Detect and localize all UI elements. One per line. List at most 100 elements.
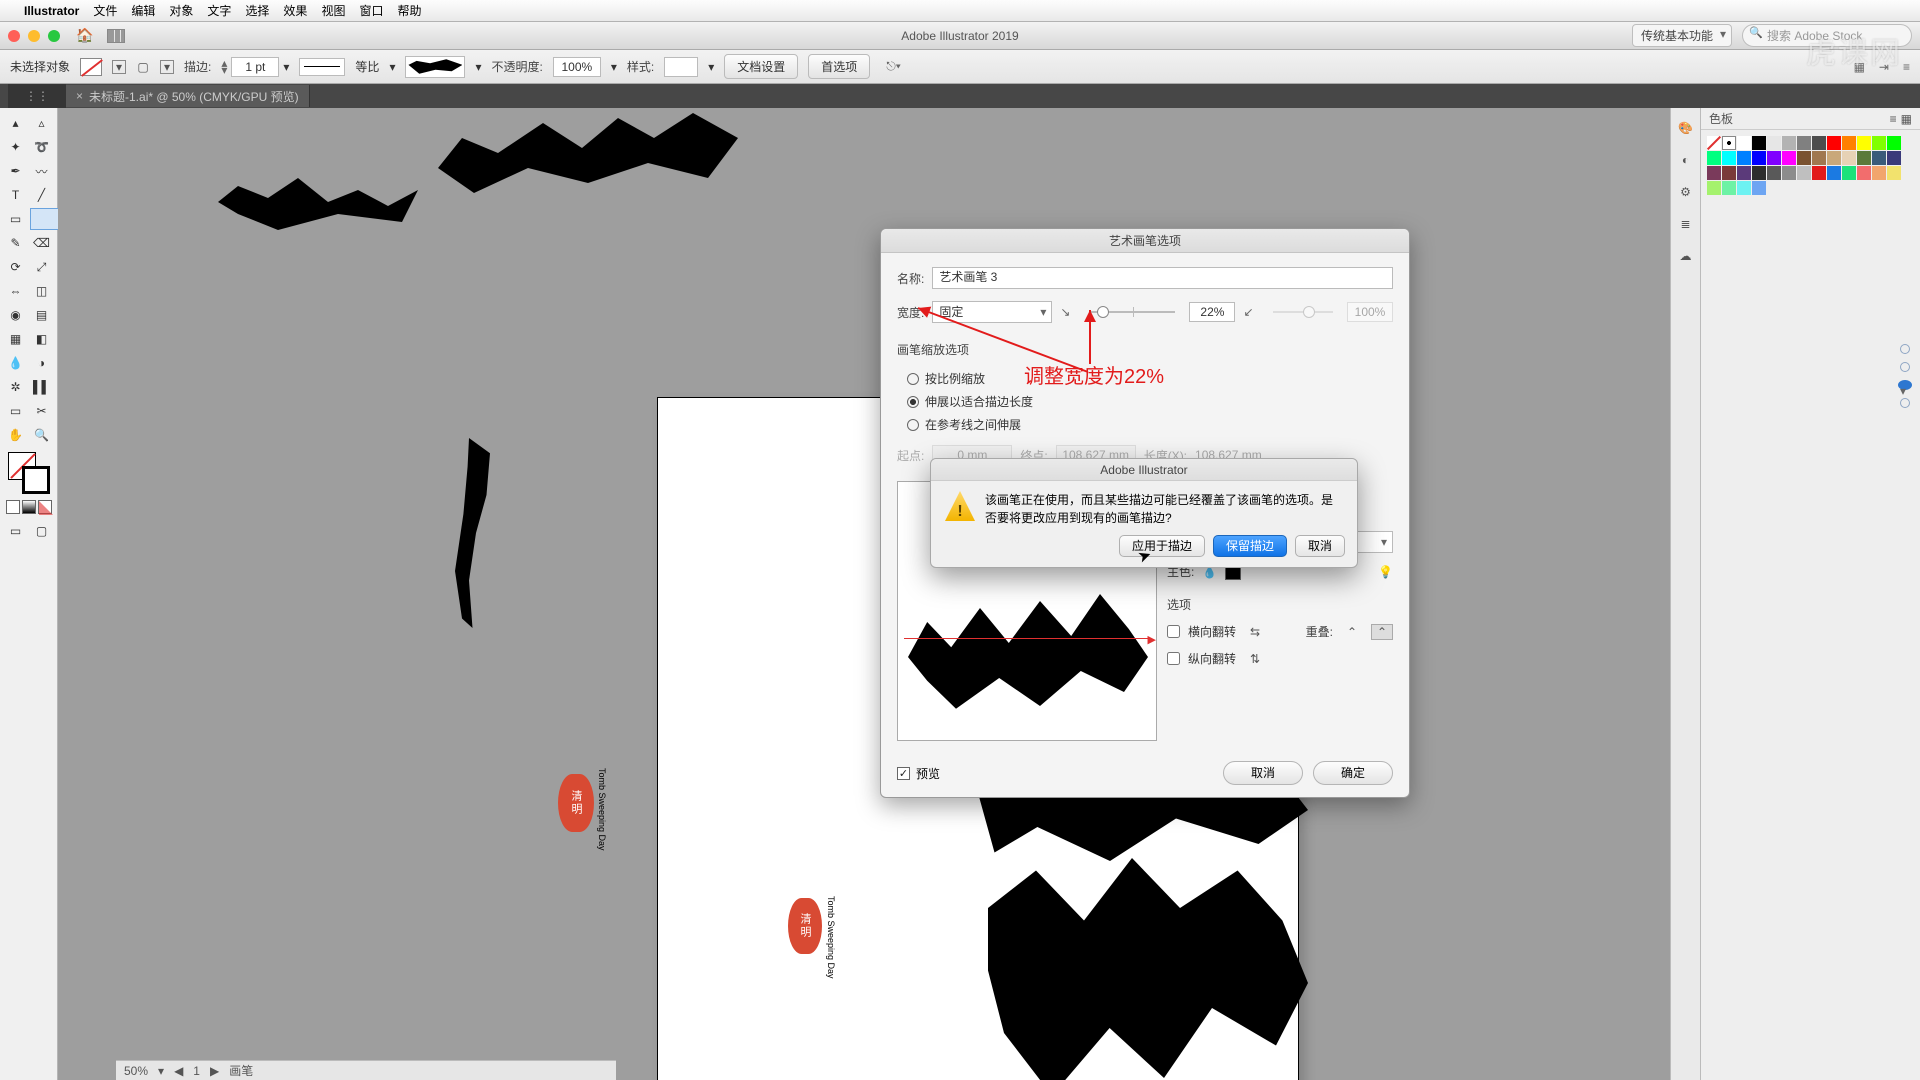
swatch[interactable] — [1767, 166, 1781, 180]
scale-tool[interactable]: ⤢ — [30, 256, 54, 278]
symbol-sprayer-tool[interactable]: ✲ — [4, 376, 28, 398]
apply-to-strokes-button[interactable]: 应用于描边 — [1119, 535, 1205, 557]
overlap-opt1-icon[interactable]: ⌃ — [1341, 625, 1363, 639]
swatch[interactable] — [1737, 181, 1751, 195]
swatch[interactable] — [1737, 166, 1751, 180]
document-setup-button[interactable]: 文档设置 — [724, 54, 798, 79]
scale-stretch-radio[interactable]: 伸展以适合描边长度 — [907, 393, 1393, 410]
menu-edit[interactable]: 编辑 — [131, 2, 155, 19]
swatch[interactable] — [1797, 166, 1811, 180]
opacity-value[interactable]: 100% — [553, 57, 601, 77]
close-tab-icon[interactable]: × — [76, 89, 83, 103]
brush-definition[interactable] — [405, 56, 465, 78]
swatch[interactable] — [1872, 151, 1886, 165]
eraser-tool[interactable]: ⌫ — [30, 232, 54, 254]
overlap-opt2-icon[interactable]: ⌃ — [1371, 624, 1393, 640]
swatch[interactable] — [1812, 151, 1826, 165]
preferences-button[interactable]: 首选项 — [808, 54, 870, 79]
brush-dropdown-icon[interactable]: ▾ — [475, 60, 481, 74]
width-slider-handle[interactable] — [1097, 306, 1109, 318]
menu-window[interactable]: 窗口 — [359, 2, 383, 19]
color-guide-icon[interactable]: ◐ — [1676, 150, 1696, 170]
swatch[interactable] — [1827, 136, 1841, 150]
menu-view[interactable]: 视图 — [321, 2, 345, 19]
tips-icon[interactable]: 💡 — [1378, 565, 1393, 579]
width-mode-select[interactable]: 固定 — [932, 301, 1052, 323]
swatch[interactable] — [1722, 181, 1736, 195]
swatch[interactable] — [1857, 151, 1871, 165]
properties-panel-icon[interactable]: ⚙ — [1676, 182, 1696, 202]
swatch[interactable] — [1767, 136, 1781, 150]
variable-width-profile[interactable] — [299, 58, 345, 76]
fill-swatch-none[interactable] — [80, 58, 102, 76]
color-mode-icon[interactable] — [6, 500, 20, 514]
artboard-nav-prev[interactable]: ◀ — [174, 1064, 183, 1078]
libraries-panel-icon[interactable]: ☁ — [1676, 246, 1696, 266]
swatch[interactable] — [1782, 166, 1796, 180]
swatch[interactable] — [1797, 136, 1811, 150]
minimize-window-icon[interactable] — [28, 30, 40, 42]
swatch[interactable] — [1812, 136, 1826, 150]
menu-help[interactable]: 帮助 — [397, 2, 421, 19]
artboard-tool[interactable]: ▭ — [4, 400, 28, 422]
stroke-swatch[interactable]: ▢ — [136, 60, 150, 74]
none-mode-icon[interactable] — [38, 500, 52, 514]
zoom-tool[interactable]: 🔍 — [30, 424, 54, 446]
arrange-documents-icon[interactable] — [107, 29, 125, 43]
artboard-index[interactable]: 1 — [193, 1064, 200, 1078]
blend-tool[interactable]: ◑ — [30, 352, 54, 374]
width-percent-input[interactable]: 22% — [1189, 302, 1235, 322]
snap-opt-3[interactable] — [1898, 380, 1912, 390]
align-to-icon[interactable]: ⎋▾ — [886, 59, 901, 74]
selection-tool[interactable]: ▴ — [4, 112, 28, 134]
brush-name-input[interactable]: 艺术画笔 3 — [932, 267, 1393, 289]
swatch[interactable] — [1737, 151, 1751, 165]
menu-file[interactable]: 文件 — [93, 2, 117, 19]
swatch[interactable] — [1842, 166, 1856, 180]
swatch[interactable] — [1707, 181, 1721, 195]
stroke-weight-value[interactable]: 1 pt — [231, 57, 279, 77]
swatch[interactable] — [1857, 136, 1871, 150]
color-panel-icon[interactable]: 🎨 — [1676, 118, 1696, 138]
curvature-tool[interactable]: 〰 — [30, 160, 54, 182]
swatch[interactable] — [1812, 166, 1826, 180]
swatch[interactable] — [1782, 151, 1796, 165]
swatch[interactable] — [1872, 136, 1886, 150]
draw-normal-icon[interactable]: ▭ — [4, 520, 28, 542]
swatch[interactable] — [1782, 136, 1796, 150]
swatch[interactable] — [1752, 136, 1766, 150]
swatch[interactable] — [1887, 136, 1901, 150]
style-dropdown-icon[interactable]: ▾ — [708, 60, 714, 74]
swatch[interactable] — [1797, 151, 1811, 165]
column-graph-tool[interactable]: ▌▌ — [30, 376, 54, 398]
rectangle-tool[interactable]: ▭ — [4, 208, 28, 230]
stroke-indicator[interactable] — [22, 466, 50, 494]
leave-strokes-button[interactable]: 保留描边 — [1213, 535, 1287, 557]
workspace-switcher[interactable]: 传统基本功能 — [1632, 24, 1732, 47]
gradient-mode-icon[interactable] — [22, 500, 36, 514]
swatch[interactable] — [1842, 136, 1856, 150]
tab-rail-handle[interactable]: ⋮⋮ — [8, 84, 66, 108]
free-transform-tool[interactable]: ◫ — [30, 280, 54, 302]
opacity-dropdown-icon[interactable]: ▾ — [611, 60, 617, 74]
swatch[interactable] — [1707, 166, 1721, 180]
profile-dropdown-icon[interactable]: ▾ — [389, 60, 395, 74]
scale-between-guides-radio[interactable]: 在参考线之间伸展 — [907, 416, 1393, 433]
zoom-window-icon[interactable] — [48, 30, 60, 42]
artboard-nav-next[interactable]: ▶ — [210, 1064, 219, 1078]
snap-opt-2[interactable] — [1900, 362, 1910, 372]
swatch[interactable] — [1767, 151, 1781, 165]
swatches-list-view-icon[interactable]: ≡ — [1890, 112, 1897, 126]
flip-h-checkbox[interactable] — [1167, 625, 1180, 638]
swatch[interactable] — [1722, 166, 1736, 180]
stroke-weight-dropdown-icon[interactable]: ▾ — [283, 60, 289, 74]
fill-dropdown-icon[interactable]: ▾ — [112, 60, 126, 74]
hand-tool[interactable]: ✋ — [4, 424, 28, 446]
perspective-grid-tool[interactable]: ▤ — [30, 304, 54, 326]
swatch[interactable] — [1737, 136, 1751, 150]
close-window-icon[interactable] — [8, 30, 20, 42]
rotate-tool[interactable]: ⟳ — [4, 256, 28, 278]
preview-checkbox[interactable] — [897, 767, 910, 780]
swatch[interactable] — [1752, 181, 1766, 195]
swatch[interactable] — [1857, 166, 1871, 180]
